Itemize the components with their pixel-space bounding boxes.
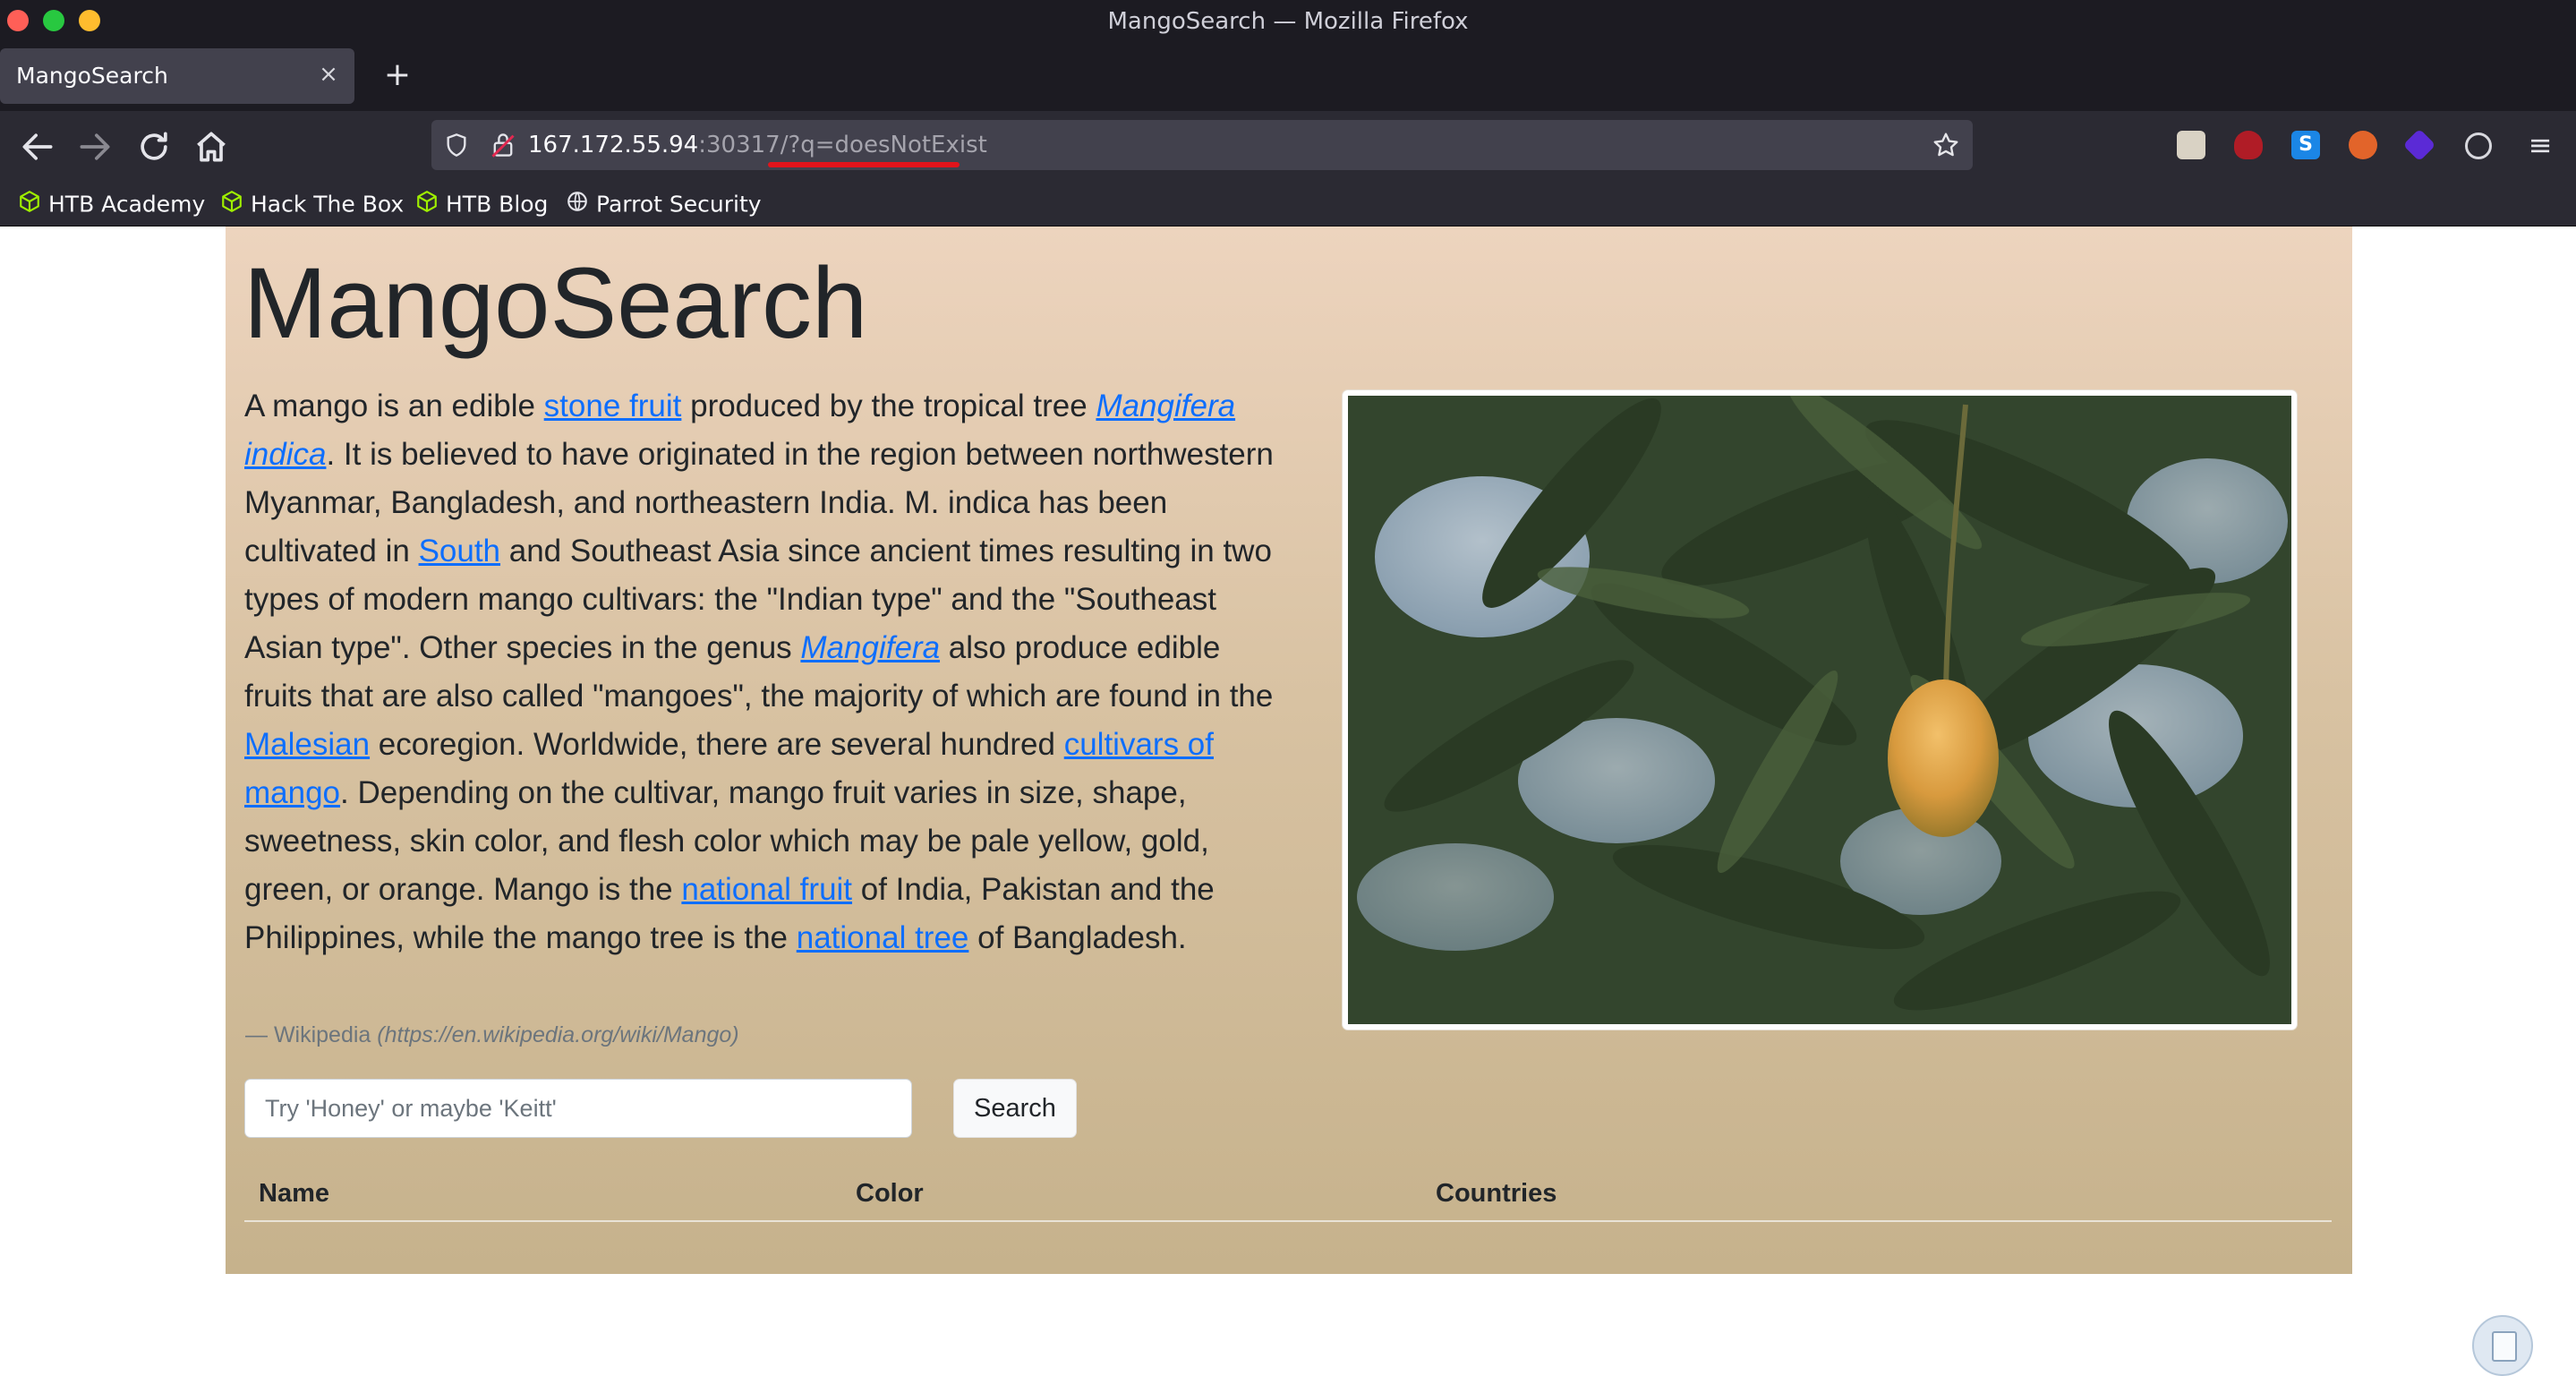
extension-mask-icon[interactable] [2177, 131, 2205, 159]
insecure-lock-icon[interactable] [490, 132, 516, 162]
extension-s-icon[interactable]: S [2291, 131, 2320, 159]
link-national-tree[interactable]: national tree [797, 920, 969, 955]
link-stone-fruit[interactable]: stone fruit [544, 389, 682, 423]
tracking-protection-shield-icon[interactable] [444, 132, 469, 161]
link-malesian[interactable]: Malesian [244, 727, 370, 762]
home-icon[interactable] [192, 127, 231, 167]
desc-text: A mango is an edible [244, 389, 544, 423]
link-south[interactable]: South [419, 534, 500, 568]
desc-text: ecoregion. Worldwide, there are several … [370, 727, 1064, 762]
hamburger-menu-icon[interactable]: ≡ [2524, 129, 2556, 161]
url-path-query: :30317/?q=doesNotExist [698, 132, 987, 158]
mango-description: A mango is an edible stone fruit produce… [244, 382, 1292, 962]
desc-text: of Bangladesh. [968, 920, 1187, 955]
window-title: MangoSearch — Mozilla Firefox [1107, 8, 1469, 35]
back-icon[interactable] [18, 127, 57, 167]
url-bar[interactable]: 167.172.55.94:30317/?q=doesNotExist [431, 120, 1973, 170]
cookie-extension-icon[interactable] [2465, 132, 2492, 159]
ublock-origin-icon[interactable] [2234, 131, 2263, 159]
url-text[interactable]: 167.172.55.94:30317/?q=doesNotExist [528, 132, 987, 158]
citation-prefix: — Wikipedia [245, 1022, 378, 1047]
globe-icon [566, 190, 589, 218]
link-label: Mangifera [800, 630, 941, 665]
page-title: MangoSearch [243, 247, 868, 359]
column-header-color: Color [856, 1179, 924, 1208]
annotation-underline [768, 162, 960, 167]
bookmark-hack-the-box[interactable]: Hack The Box [220, 190, 404, 218]
tab-title: MangoSearch [16, 63, 168, 89]
close-tab-icon[interactable]: × [315, 61, 342, 88]
desc-text: produced by the tropical tree [681, 389, 1096, 423]
window-titlebar: MangoSearch — Mozilla Firefox [0, 0, 2576, 43]
extension-purple-icon[interactable] [2402, 128, 2436, 162]
htb-cube-icon [18, 190, 41, 218]
bookmark-htb-academy[interactable]: HTB Academy [18, 190, 205, 218]
tab-strip: MangoSearch × + [0, 43, 2576, 111]
tab-mangosearch[interactable]: MangoSearch × [0, 48, 354, 104]
column-header-name: Name [259, 1179, 329, 1208]
citation-source: (https://en.wikipedia.org/wiki/Mango) [377, 1022, 739, 1047]
new-tab-button[interactable]: + [380, 57, 415, 93]
table-header-divider [244, 1220, 2332, 1222]
citation: — Wikipedia (https://en.wikipedia.org/wi… [245, 1022, 739, 1048]
bookmark-parrot-security[interactable]: Parrot Security [566, 190, 762, 218]
mango-photo-frame [1343, 390, 2297, 1030]
htb-cube-icon [415, 190, 439, 218]
search-button[interactable]: Search [953, 1079, 1077, 1138]
bookmark-star-icon[interactable] [1932, 131, 1960, 164]
clipboard-icon[interactable] [2472, 1315, 2533, 1376]
mango-photo [1348, 396, 2291, 1024]
clipboard-sheet [2492, 1331, 2517, 1362]
forward-icon[interactable] [75, 127, 115, 167]
link-national-fruit[interactable]: national fruit [681, 872, 852, 907]
navigation-toolbar: 167.172.55.94:30317/?q=doesNotExist S ≡ [0, 111, 2576, 181]
column-header-countries: Countries [1436, 1179, 1557, 1208]
extension-orange-icon[interactable] [2349, 131, 2377, 159]
search-input[interactable] [244, 1079, 912, 1138]
bookmarks-toolbar: HTB Academy Hack The Box HTB Blog Parrot… [0, 181, 2576, 226]
link-mangifera[interactable]: Mangifera [800, 630, 940, 665]
page-container: MangoSearch A mango is an edible stone f… [226, 226, 2352, 1274]
reload-icon[interactable] [134, 127, 174, 167]
htb-cube-icon [220, 190, 243, 218]
url-host: 167.172.55.94 [528, 132, 699, 158]
bookmark-htb-blog[interactable]: HTB Blog [415, 190, 548, 218]
